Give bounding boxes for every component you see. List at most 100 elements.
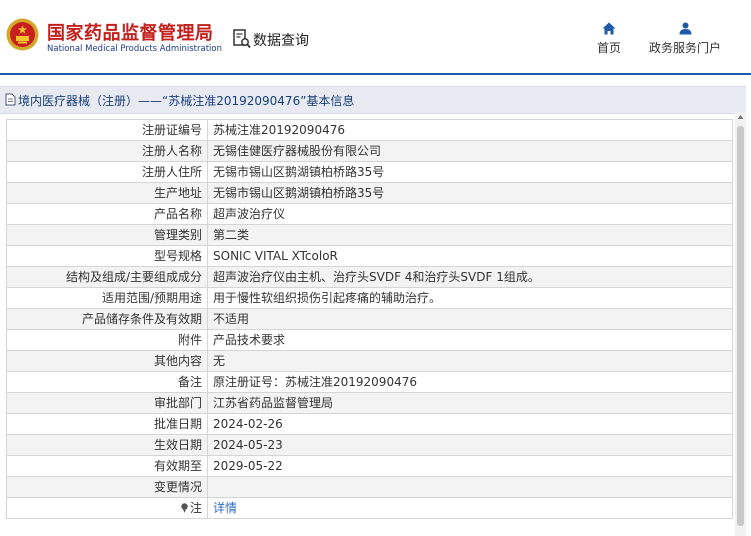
user-icon [679,22,691,35]
field-value-text: 2024-02-26 [213,417,283,431]
scrollbar-thumb[interactable] [737,126,744,526]
field-label-text: 备注 [177,375,202,389]
field-value: 2024-02-26 [207,413,733,435]
field-value-text: 2024-05-23 [213,438,283,452]
field-value-text: 2029-05-22 [213,459,283,473]
field-label: 注 [6,497,208,519]
nav-home[interactable]: 首页 [594,22,624,56]
field-label-text: 生效日期 [153,438,202,452]
field-label-text: 变更情况 [153,480,202,494]
field-value: 2029-05-22 [207,455,733,477]
table-row: 管理类别 第二类 [6,224,733,246]
field-label-text: 注册人名称 [141,144,202,158]
field-value-text: SONIC VITAL XTcoloR [213,249,338,263]
document-icon [5,93,16,106]
site-header: 国家药品监督管理局 National Medical Products Admi… [0,0,751,73]
field-value: 苏械注准20192090476 [207,119,733,141]
nav-home-label: 首页 [596,41,621,55]
field-value [207,476,733,498]
nav-service-portal[interactable]: 政务服务门户 [646,22,724,56]
field-label: 管理类别 [6,224,208,246]
field-label-text: 附件 [177,333,202,347]
field-label-text: 有效期至 [153,459,202,473]
field-value: 无锡市锡山区鹅湖镇柏桥路35号 [207,182,733,204]
field-value: 2024-05-23 [207,434,733,456]
field-label: 适用范围/预期用途 [6,287,208,309]
table-row: 生效日期 2024-05-23 [6,434,733,456]
field-label: 其他内容 [6,350,208,372]
scroll-up-arrow-icon[interactable] [735,112,746,123]
field-label-text: 审批部门 [153,396,202,410]
field-label-text: 型号规格 [153,249,202,263]
table-row: 结构及组成/主要组成成分 超声波治疗仪由主机、治疗头SVDF 4和治疗头SVDF … [6,266,733,288]
field-value: 原注册证号：苏械注准20192090476 [207,371,733,393]
field-label: 有效期至 [6,455,208,477]
field-label: 批准日期 [6,413,208,435]
field-value-text: 不适用 [213,312,250,326]
table-row: 型号规格 SONIC VITAL XTcoloR [6,245,733,267]
field-value-text: 无 [213,354,226,368]
table-row: 适用范围/预期用途 用于慢性软组织损伤引起疼痛的辅助治疗。 [6,287,733,309]
field-label-text: 管理类别 [153,228,202,242]
field-label: 生产地址 [6,182,208,204]
table-row: 产品名称 超声波治疗仪 [6,203,733,225]
field-value: 超声波治疗仪 [207,203,733,225]
field-value-text: 超声波治疗仪 [213,207,286,221]
field-value: SONIC VITAL XTcoloR [207,245,733,267]
field-value: 产品技术要求 [207,329,733,351]
field-value-text: 原注册证号：苏械注准20192090476 [213,375,417,389]
field-label: 产品储存条件及有效期 [6,308,208,330]
field-label: 变更情况 [6,476,208,498]
field-label-text: 产品储存条件及有效期 [81,312,202,326]
field-value: 无锡市锡山区鹅湖镇柏桥路35号 [207,161,733,183]
field-value: 无 [207,350,733,372]
table-row: 变更情况 [6,476,733,498]
field-value: 第二类 [207,224,733,246]
field-label-text: 注册证编号 [141,123,202,137]
field-label: 备注 [6,371,208,393]
field-label: 结构及组成/主要组成成分 [6,266,208,288]
registration-detail-table: 注册证编号 苏械注准20192090476 注册人名称 无锡佳健医疗器械股份有限公司注… [6,119,733,519]
vertical-scrollbar[interactable] [735,112,746,536]
header-divider [0,73,751,75]
breadcrumb: 境内医疗器械（注册）——“苏械注准20192090476”基本信息 [0,86,746,114]
field-value: 不适用 [207,308,733,330]
table-row: 其他内容无 [6,350,733,372]
details-link[interactable]: 详情 [213,501,237,515]
field-value: 江苏省药品监督管理局 [207,392,733,414]
table-row: 备注 原注册证号：苏械注准20192090476 [6,371,733,393]
data-query-title: 数据查询 [253,33,309,49]
table-row: 注册人名称 无锡佳健医疗器械股份有限公司 [6,140,733,162]
table-row: 附件 产品技术要求 [6,329,733,351]
field-value-text: 无锡市锡山区鹅湖镇柏桥路35号 [213,165,385,179]
table-row: 产品储存条件及有效期 不适用 [6,308,733,330]
field-label: 型号规格 [6,245,208,267]
field-value-text: 江苏省药品监督管理局 [213,396,334,410]
field-value: 详情 [207,497,733,519]
table-row: 有效期至 2029-05-22 [6,455,733,477]
table-row: 批准日期 2024-02-26 [6,413,733,435]
home-icon [602,22,616,35]
breadcrumb-text: 境内医疗器械（注册）——“苏械注准20192090476”基本信息 [18,94,355,108]
field-label: 注册证编号 [6,119,208,141]
field-label: 注册人住所 [6,161,208,183]
field-label: 生效日期 [6,434,208,456]
field-label-text: 其他内容 [153,354,202,368]
field-label: 产品名称 [6,203,208,225]
field-label: 审批部门 [6,392,208,414]
field-value-text: 苏械注准20192090476 [213,123,345,137]
field-value-text: 第二类 [213,228,250,242]
field-label-text: 产品名称 [153,207,202,221]
table-row: 审批部门 江苏省药品监督管理局 [6,392,733,414]
note-pin-icon [181,503,188,513]
nav-portal-label: 政务服务门户 [648,41,721,55]
site-title: 国家药品监督管理局 [47,23,214,44]
field-label: 附件 [6,329,208,351]
field-label: 注册人名称 [6,140,208,162]
field-value-text: 用于慢性软组织损伤引起疼痛的辅助治疗。 [213,291,442,305]
data-query-icon [233,29,251,49]
field-label-text: 适用范围/预期用途 [101,291,202,305]
field-value-text: 产品技术要求 [213,333,286,347]
site-title-english: National Medical Products Administration [47,44,222,54]
field-value-text: 无锡市锡山区鹅湖镇柏桥路35号 [213,186,385,200]
